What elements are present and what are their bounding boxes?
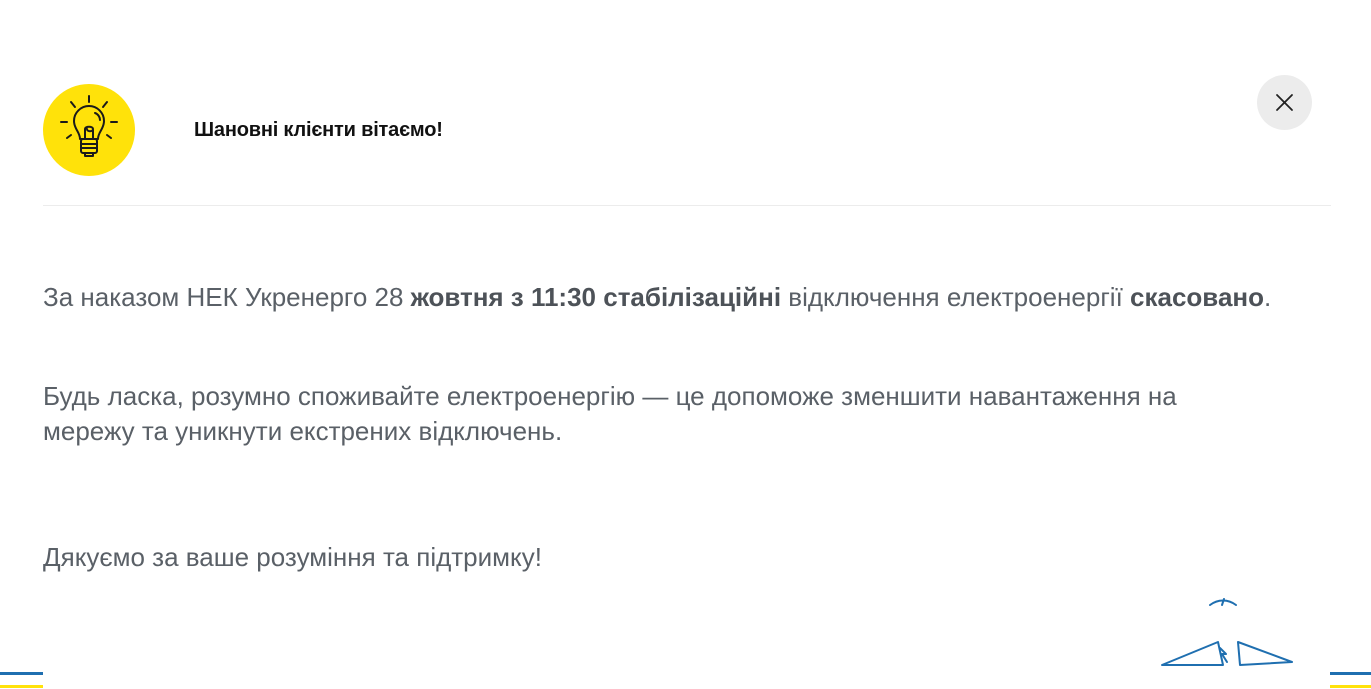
header-divider xyxy=(43,205,1331,206)
message-bold-date: жовтня з 11:30 стабілізаційні xyxy=(410,282,782,312)
power-grid-decoration-icon xyxy=(1161,598,1293,666)
modal-header: Шановні клієнти вітаємо! xyxy=(43,84,1331,176)
close-icon xyxy=(1276,94,1293,111)
lightbulb-icon xyxy=(43,84,135,176)
close-button[interactable] xyxy=(1257,75,1312,130)
message-text: . xyxy=(1264,282,1272,312)
message-text: За наказом НЕК Укренерго 28 xyxy=(43,282,411,312)
message-paragraph-outage: За наказом НЕК Укренерго 28 жовтня з 11:… xyxy=(43,280,1273,315)
blue-stripe-right xyxy=(1330,672,1371,675)
message-text: відключення електроенергії xyxy=(781,282,1131,312)
message-paragraph-advice: Будь ласка, розумно споживайте електроен… xyxy=(43,381,1177,446)
yellow-stripe-left xyxy=(0,685,43,688)
message-bold-status: скасовано xyxy=(1130,282,1264,312)
notification-modal: Шановні клієнти вітаємо! За наказом НЕК … xyxy=(0,0,1371,689)
blue-stripe-left xyxy=(0,672,43,675)
yellow-stripe-right xyxy=(1330,685,1371,688)
message-paragraph-thanks: Дякуємо за ваше розуміння та підтримку! xyxy=(43,542,542,572)
modal-title: Шановні клієнти вітаємо! xyxy=(194,119,443,141)
